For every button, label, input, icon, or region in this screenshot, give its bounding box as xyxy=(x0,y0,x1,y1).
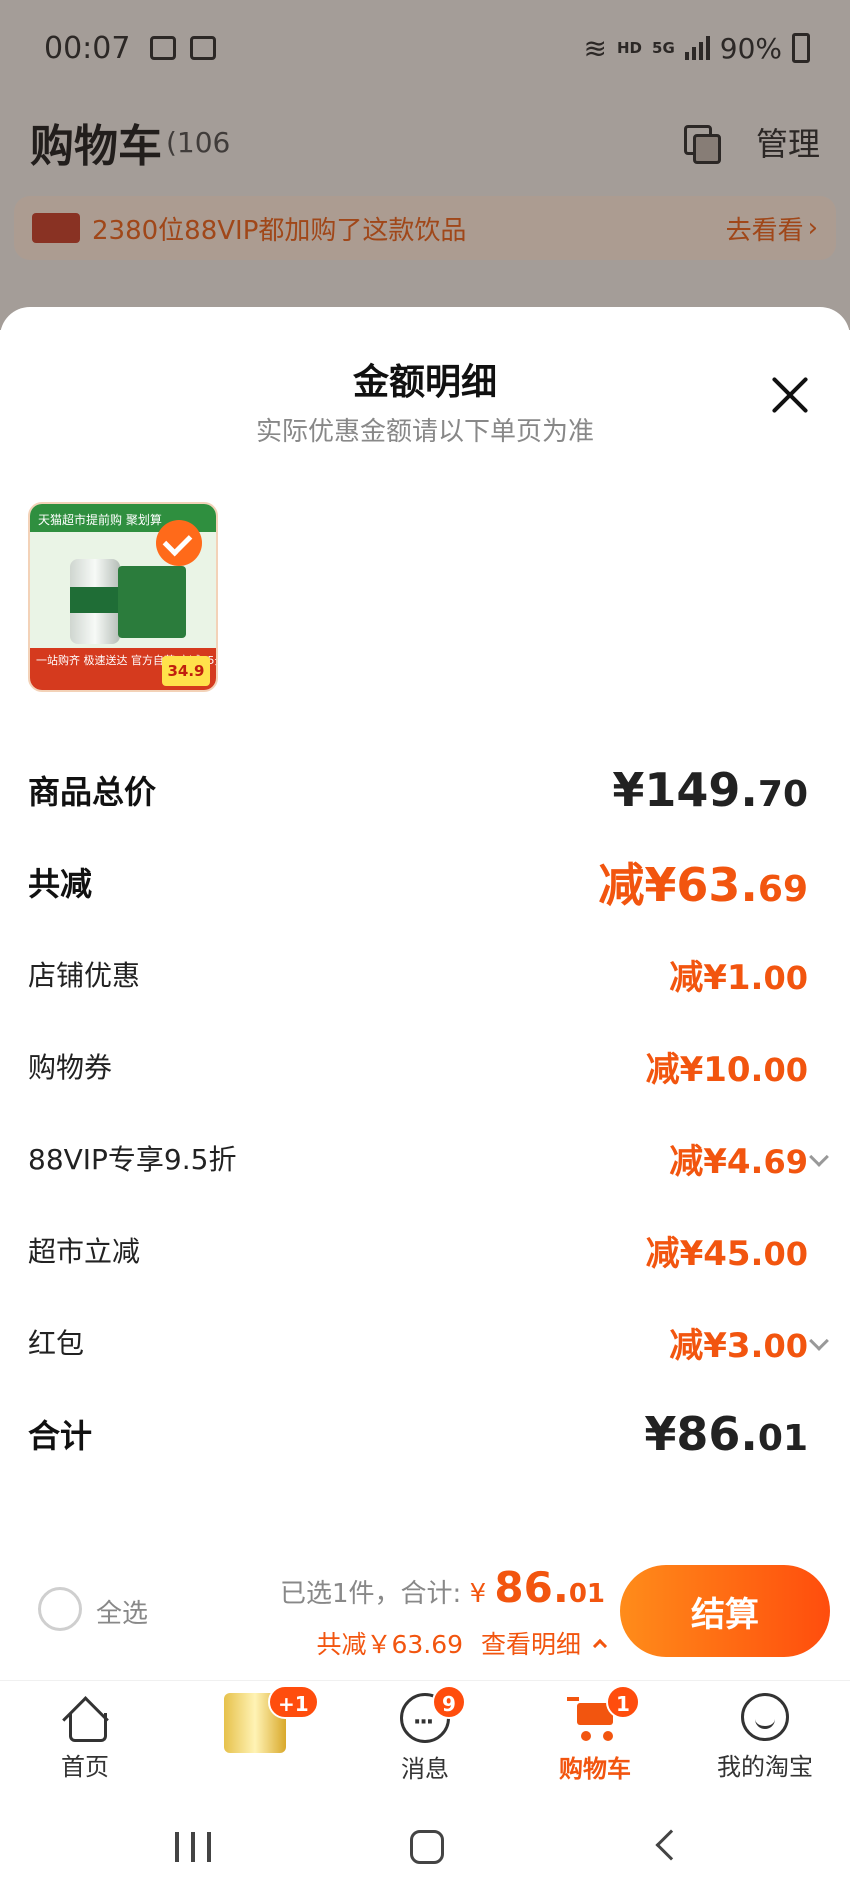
row-amount: ¥149.70 xyxy=(612,763,808,817)
select-all-radio[interactable] xyxy=(38,1587,82,1631)
row-red-packet[interactable]: 红包 减¥3.00 xyxy=(28,1296,829,1388)
home-button-icon[interactable] xyxy=(410,1830,444,1864)
checkout-summary: 已选1件，合计: ¥ 86.01 xyxy=(280,1563,605,1612)
row-amount: 减¥10.00 xyxy=(645,1049,808,1090)
nav-my-taobao[interactable]: 我的淘宝 xyxy=(680,1681,850,1798)
detail-link-text[interactable]: 查看明细 xyxy=(481,1630,581,1659)
row-shop-discount: 店铺优惠 减¥1.00 xyxy=(28,928,822,1020)
overlay-dim[interactable] xyxy=(0,0,850,330)
row-label: 购物券 xyxy=(28,1051,113,1084)
row-amount: ¥86.01 xyxy=(644,1407,808,1461)
beer-can-image xyxy=(70,559,120,644)
nav-messages[interactable]: ··· 消息 9 xyxy=(340,1681,510,1798)
row-total-discount: 共减 减¥63.69 xyxy=(28,836,822,928)
nav-label: 消息 xyxy=(401,1755,449,1783)
recent-apps-icon[interactable] xyxy=(175,1832,211,1862)
product-thumbnail[interactable]: 天猫超市提前购 聚划算 一站购齐 极速送达 官方自营 立减15元 34.9 xyxy=(28,502,218,692)
sheet-title: 金额明细 xyxy=(352,362,497,403)
row-label: 商品总价 xyxy=(28,773,157,811)
profile-smile-icon xyxy=(741,1693,789,1741)
row-amount: 减¥3.00 xyxy=(669,1325,808,1366)
system-navigation-bar xyxy=(0,1800,850,1895)
nav-product-shortcut[interactable]: +1 xyxy=(170,1681,340,1798)
home-icon xyxy=(61,1693,109,1742)
back-icon[interactable] xyxy=(655,1829,687,1861)
row-supermarket-discount: 超市立减 减¥45.00 xyxy=(28,1204,822,1296)
amount-detail-sheet: 金额明细 实际优惠金额请以下单页为准 天猫超市提前购 聚划算 一站购齐 极速送达… xyxy=(0,307,850,1687)
nav-label: 购物车 xyxy=(559,1755,631,1783)
row-label: 超市立减 xyxy=(28,1235,141,1268)
view-detail-link[interactable]: 共减￥63.69 查看明细 xyxy=(316,1625,608,1661)
row-label: 共减 xyxy=(28,865,93,903)
checkout-button[interactable]: 结算 xyxy=(620,1565,830,1657)
notification-badge: 1 xyxy=(606,1685,640,1719)
nav-home[interactable]: 首页 xyxy=(0,1681,170,1798)
amount-rows: 商品总价 ¥149.70 共减 减¥63.69 店铺优惠 减¥1.00 购物券 … xyxy=(28,744,829,1480)
checkout-bar: 全选 已选1件，合计: ¥ 86.01 共减￥63.69 查看明细 结算 xyxy=(0,1547,850,1677)
row-label: 红包 xyxy=(28,1327,85,1360)
nav-label: 首页 xyxy=(61,1753,109,1781)
row-shopping-coupon: 购物券 减¥10.00 xyxy=(28,1020,822,1112)
row-label: 合计 xyxy=(28,1417,93,1455)
chevron-down-icon[interactable] xyxy=(809,1147,829,1167)
close-icon[interactable] xyxy=(770,375,810,415)
chevron-down-icon[interactable] xyxy=(809,1331,829,1351)
row-label: 88VIP专享9.5折 xyxy=(28,1143,237,1176)
row-88vip-discount[interactable]: 88VIP专享9.5折 减¥4.69 xyxy=(28,1112,829,1204)
sheet-subtitle: 实际优惠金额请以下单页为准 xyxy=(255,417,594,447)
currency-symbol: ¥ xyxy=(469,1579,487,1609)
row-amount: 减¥45.00 xyxy=(645,1233,808,1274)
chevron-up-icon xyxy=(592,1638,608,1654)
checkout-total: 86.01 xyxy=(494,1563,605,1612)
select-all-label[interactable]: 全选 xyxy=(96,1593,148,1630)
row-amount: 减¥63.69 xyxy=(598,858,808,912)
nav-cart[interactable]: 购物车 1 xyxy=(510,1681,680,1798)
discount-summary: 共减￥63.69 xyxy=(316,1630,464,1659)
nav-label: 我的淘宝 xyxy=(717,1753,813,1781)
selected-count-label: 已选1件，合计: xyxy=(280,1579,462,1609)
row-total-price: 商品总价 ¥149.70 xyxy=(28,744,822,836)
bottom-navigation: 首页 +1 ··· 消息 9 购物车 1 我的淘宝 xyxy=(0,1680,850,1798)
row-amount: 减¥1.00 xyxy=(669,957,808,998)
notification-badge: 9 xyxy=(432,1685,466,1719)
row-grand-total: 合计 ¥86.01 xyxy=(28,1388,822,1480)
selected-check-icon[interactable] xyxy=(156,520,202,566)
row-amount: 减¥4.69 xyxy=(669,1141,808,1182)
beer-box-image xyxy=(118,566,186,638)
notification-badge: +1 xyxy=(268,1685,319,1719)
product-price-tag: 34.9 xyxy=(162,656,210,686)
background-cart-page: 00:07 ≋ HD 5G 90% 购物车 (106 管理 2380位88VIP… xyxy=(0,0,850,330)
row-label: 店铺优惠 xyxy=(28,959,141,992)
